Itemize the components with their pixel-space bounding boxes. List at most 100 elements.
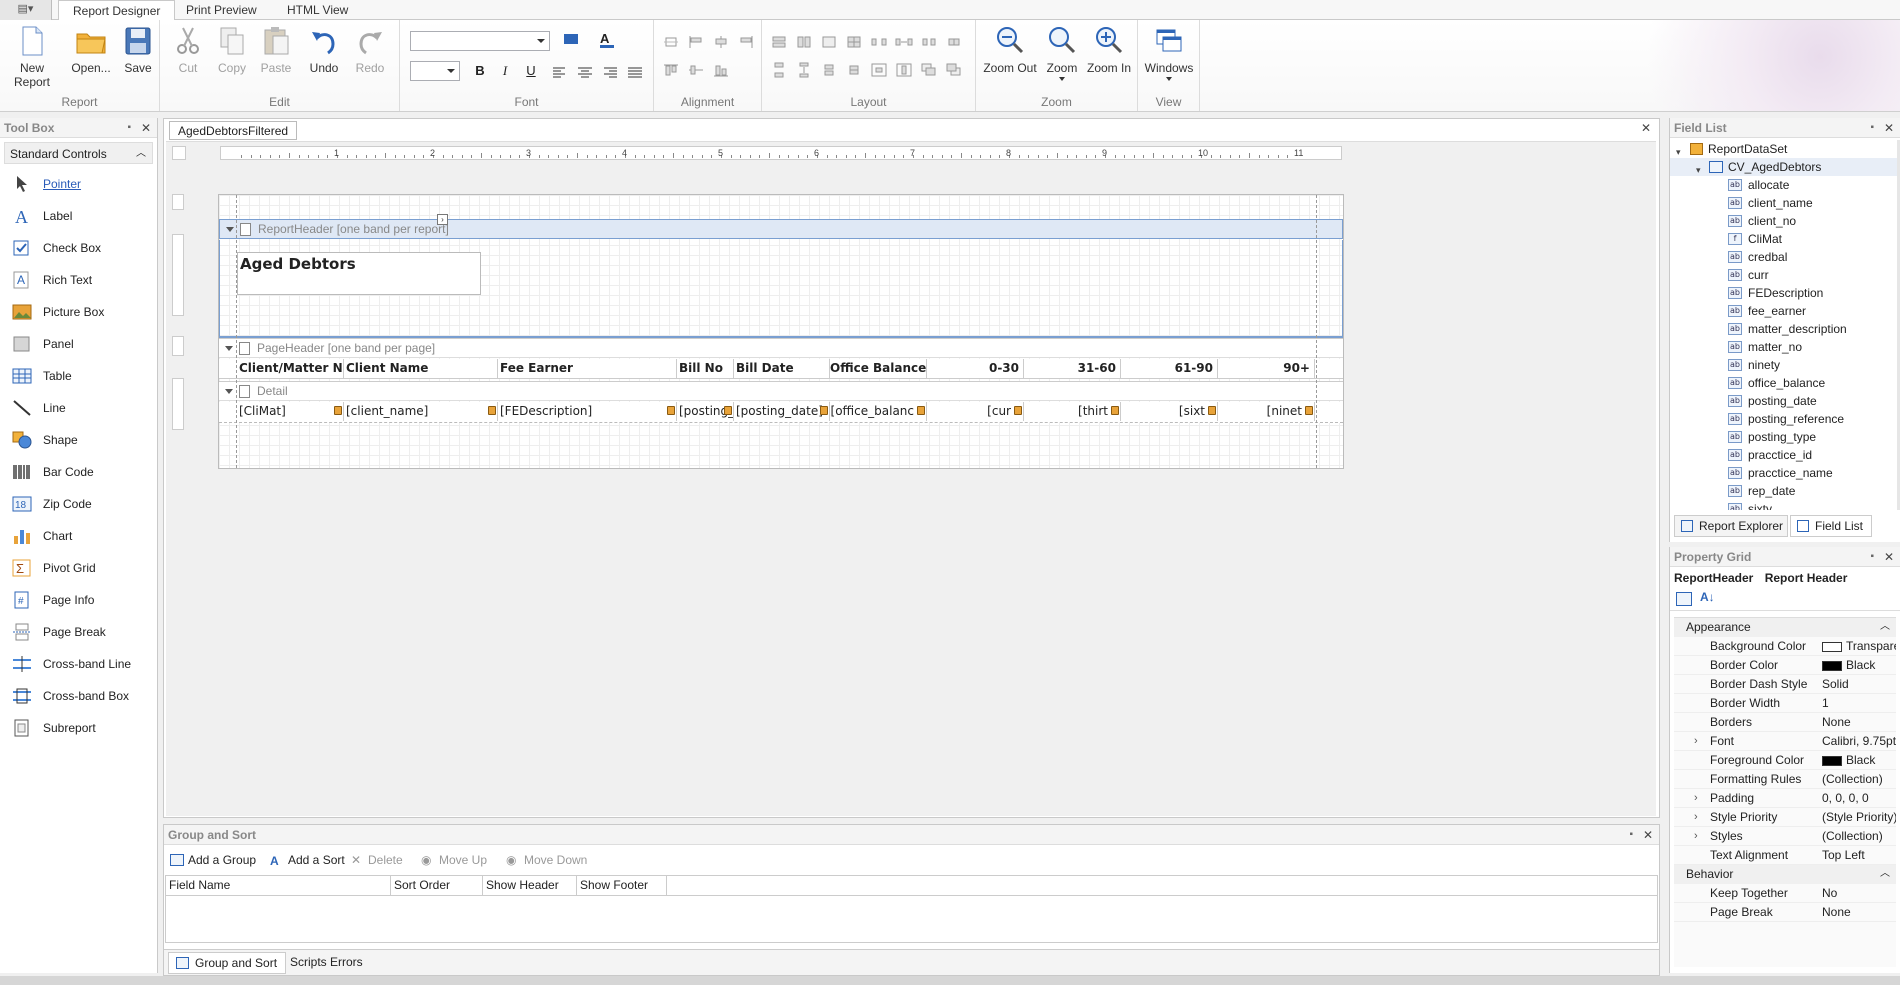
property-category[interactable]: Behavior ︿: [1674, 865, 1896, 884]
field-item[interactable]: ab matter_no: [1670, 338, 1900, 356]
new-report-button[interactable]: New Report: [2, 24, 62, 89]
left-margin-line[interactable]: [236, 195, 237, 468]
zoom-button[interactable]: Zoom: [1040, 24, 1084, 81]
detail-cell[interactable]: [CliMat]: [237, 402, 344, 421]
redo-button[interactable]: Redo: [352, 24, 388, 75]
close-icon[interactable]: ✕: [1884, 547, 1894, 567]
tool-check-box[interactable]: Check Box: [0, 232, 157, 264]
property-row[interactable]: Border Dash Style Solid: [1674, 675, 1896, 694]
property-value[interactable]: (Style Priority): [1822, 808, 1896, 826]
zoom-out-button[interactable]: Zoom Out: [982, 24, 1038, 75]
italic-button[interactable]: I: [495, 63, 515, 79]
standard-controls-section[interactable]: Standard Controls ︿: [4, 142, 153, 164]
header-cell[interactable]: Fee Earner: [498, 359, 677, 378]
field-item[interactable]: ab FEDescription: [1670, 284, 1900, 302]
field-item[interactable]: ab client_no: [1670, 212, 1900, 230]
pin-icon[interactable]: ▪: [1870, 118, 1874, 138]
make-same-size-icon[interactable]: [820, 34, 838, 50]
property-value[interactable]: (Collection): [1822, 827, 1883, 845]
add-group-button[interactable]: Add a Group: [168, 850, 256, 870]
tool-rich-text[interactable]: A Rich Text: [0, 264, 157, 296]
field-item[interactable]: ab office_balance: [1670, 374, 1900, 392]
open-button[interactable]: Open...: [66, 24, 116, 75]
field-item[interactable]: ab posting_type: [1670, 428, 1900, 446]
tree-root[interactable]: ▾ ReportDataSet: [1670, 140, 1900, 158]
align-rights-icon[interactable]: [737, 34, 755, 50]
background-color-icon[interactable]: [564, 33, 582, 49]
tool-pointer[interactable]: Pointer: [0, 168, 157, 200]
detail-cell[interactable]: [ninet: [1218, 402, 1315, 421]
property-value[interactable]: Black: [1822, 751, 1875, 769]
property-row[interactable]: Formatting Rules (Collection): [1674, 770, 1896, 789]
column-field-name[interactable]: Field Name: [166, 876, 391, 896]
tab-html-view[interactable]: HTML View: [273, 0, 362, 21]
field-item[interactable]: ab matter_description: [1670, 320, 1900, 338]
tab-report-explorer[interactable]: Report Explorer: [1674, 515, 1788, 537]
align-tops-icon[interactable]: [662, 62, 680, 78]
detail-cell[interactable]: [thirt: [1024, 402, 1121, 421]
property-value[interactable]: Transparent: [1822, 637, 1896, 655]
align-middles-icon[interactable]: [687, 62, 705, 78]
property-row[interactable]: Text Alignment Top Left: [1674, 846, 1896, 865]
send-to-back-icon[interactable]: [945, 62, 963, 78]
decrease-vertical-spacing-icon[interactable]: [820, 62, 838, 78]
collapse-band-icon[interactable]: [225, 389, 233, 394]
band-detail[interactable]: Detail: [219, 381, 1343, 401]
detail-cell[interactable]: [office_balanc: [830, 402, 927, 421]
tool-panel[interactable]: Panel: [0, 328, 157, 360]
align-right-icon[interactable]: [601, 65, 619, 81]
size-to-grid-icon[interactable]: [845, 34, 863, 50]
close-icon[interactable]: ✕: [1643, 825, 1653, 845]
field-item[interactable]: f CliMat: [1670, 230, 1900, 248]
move-up-button[interactable]: ◉ Move Up: [419, 850, 487, 870]
decrease-horizontal-spacing-icon[interactable]: [920, 34, 938, 50]
property-value[interactable]: 0, 0, 0, 0: [1822, 789, 1869, 807]
smart-tag-icon[interactable]: ›: [437, 214, 448, 225]
align-lefts-icon[interactable]: [687, 34, 705, 50]
tool-cross-band-line[interactable]: Cross-band Line: [0, 648, 157, 680]
tool-chart[interactable]: Chart: [0, 520, 157, 552]
tool-shape[interactable]: Shape: [0, 424, 157, 456]
column-sort-order[interactable]: Sort Order: [391, 876, 483, 896]
tab-field-list[interactable]: Field List: [1790, 515, 1872, 537]
application-menu-button[interactable]: ▤▾: [0, 0, 52, 20]
center-horizontally-icon[interactable]: [870, 62, 888, 78]
tool-page-break[interactable]: Page Break: [0, 616, 157, 648]
property-row[interactable]: Background Color Transparent: [1674, 637, 1896, 656]
property-value[interactable]: Solid: [1822, 675, 1849, 693]
paste-button[interactable]: Paste: [256, 24, 296, 75]
save-button[interactable]: Save: [120, 24, 156, 75]
categorized-icon[interactable]: [1676, 592, 1692, 606]
tab-scripts-errors[interactable]: Scripts Errors: [282, 952, 371, 974]
header-cell[interactable]: 31-60: [1024, 359, 1121, 378]
remove-horizontal-spacing-icon[interactable]: [945, 34, 963, 50]
align-bottoms-icon[interactable]: [712, 62, 730, 78]
pin-icon[interactable]: ▪: [1870, 547, 1874, 567]
increase-horizontal-spacing-icon[interactable]: [895, 34, 913, 50]
column-show-footer[interactable]: Show Footer: [577, 876, 667, 896]
field-item[interactable]: ab pracctice_name: [1670, 464, 1900, 482]
detail-cell[interactable]: [posting_date]: [734, 402, 830, 421]
tree-table[interactable]: ▾ CV_AgedDebtors: [1670, 158, 1900, 176]
band-report-header[interactable]: ReportHeader [one band per report] ›: [219, 214, 1343, 239]
property-row[interactable]: › Padding 0, 0, 0, 0: [1674, 789, 1896, 808]
increase-vertical-spacing-icon[interactable]: [795, 62, 813, 78]
expand-icon[interactable]: ›: [1694, 808, 1698, 826]
tab-group-and-sort[interactable]: Group and Sort: [168, 952, 287, 974]
detail-cell[interactable]: [cur: [927, 402, 1024, 421]
make-same-width-icon[interactable]: [770, 34, 788, 50]
collapse-icon[interactable]: ︿: [1880, 618, 1890, 636]
windows-button[interactable]: Windows: [1142, 24, 1196, 81]
property-category[interactable]: Appearance ︿: [1674, 618, 1896, 637]
property-row[interactable]: › Style Priority (Style Priority): [1674, 808, 1896, 827]
detail-cell[interactable]: [sixt: [1121, 402, 1218, 421]
align-center-icon[interactable]: [576, 65, 594, 81]
report-title-label[interactable]: Aged Debtors: [237, 252, 481, 295]
add-sort-button[interactable]: A Add a Sort: [268, 850, 345, 870]
pin-icon[interactable]: ▪: [1629, 825, 1633, 845]
font-size-combo[interactable]: [410, 61, 460, 81]
tool-picture-box[interactable]: Picture Box: [0, 296, 157, 328]
expand-icon[interactable]: ›: [1694, 827, 1698, 845]
tab-print-preview[interactable]: Print Preview: [172, 0, 271, 21]
document-close-icon[interactable]: ✕: [1641, 121, 1651, 135]
